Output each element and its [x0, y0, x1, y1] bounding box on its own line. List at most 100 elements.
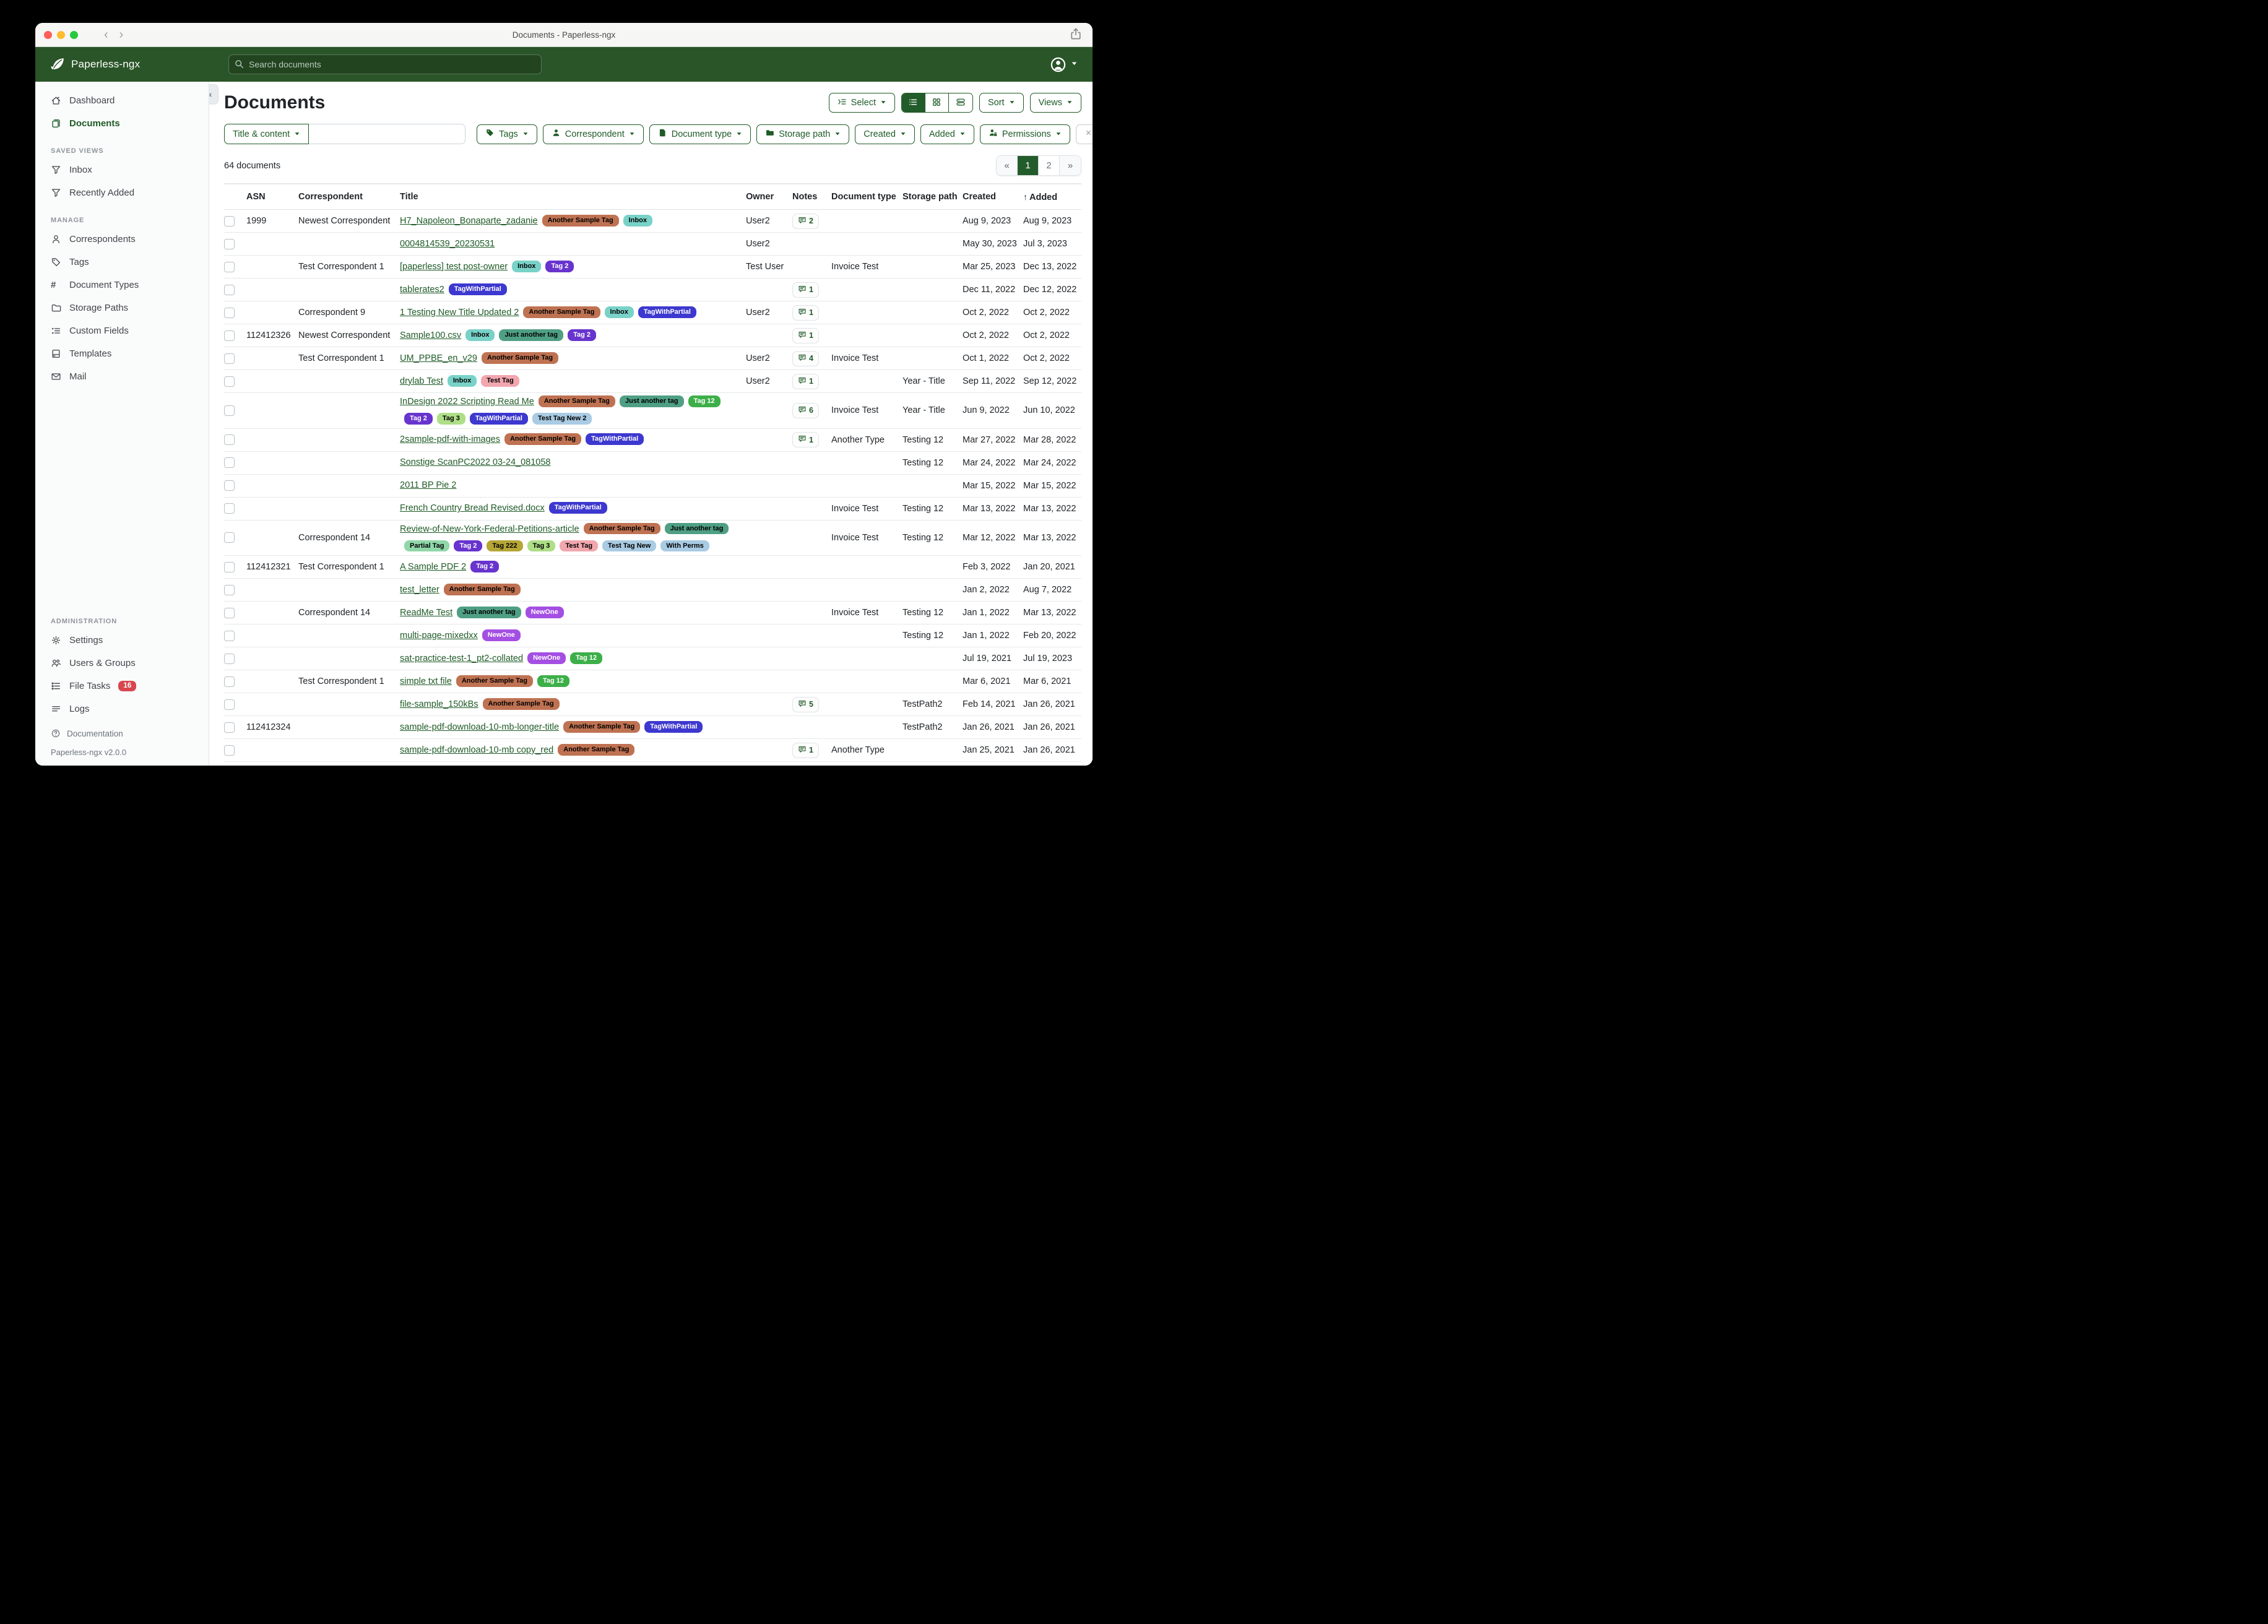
document-title-link[interactable]: 2011 BP Pie 2 [400, 480, 456, 490]
cell-correspondent[interactable]: Test Correspondent 1 [298, 562, 400, 572]
document-title-link[interactable]: 1 Testing New Title Updated 2 [400, 308, 519, 317]
close-window-button[interactable] [44, 31, 52, 39]
tag-pill[interactable]: TagWithPartial [470, 413, 528, 425]
row-checkbox[interactable] [224, 532, 235, 543]
tag-pill[interactable]: Test Tag New 2 [532, 413, 592, 425]
row-checkbox[interactable] [224, 405, 235, 416]
cell-correspondent[interactable]: Correspondent 9 [298, 308, 400, 317]
document-title-link[interactable]: Sample100.csv [400, 330, 461, 340]
tag-pill[interactable]: Another Sample Tag [523, 306, 600, 318]
sidebar-collapse-button[interactable]: « [209, 84, 219, 104]
notes-button[interactable]: 1 [792, 743, 819, 758]
row-checkbox[interactable] [224, 330, 235, 341]
tag-pill[interactable]: TagWithPartial [586, 433, 644, 445]
sidebar-item-mail[interactable]: Mail [35, 365, 209, 388]
tag-pill[interactable]: Another Sample Tag [558, 744, 634, 756]
tag-pill[interactable]: Tag 2 [568, 329, 596, 341]
column-header-added[interactable]: ↑Added [1023, 192, 1081, 202]
cell-correspondent[interactable]: Newest Correspondent [298, 330, 400, 340]
tag-pill[interactable]: Test Tag New [602, 540, 656, 552]
notes-button[interactable]: 5 [792, 697, 819, 712]
tag-pill[interactable]: Inbox [512, 261, 541, 272]
tag-pill[interactable]: Tag 3 [527, 540, 556, 552]
notes-button[interactable]: 2 [792, 214, 819, 229]
sidebar-item-file-tasks[interactable]: File Tasks16 [35, 675, 209, 698]
notes-button[interactable]: 4 [792, 351, 819, 366]
tag-pill[interactable]: NewOne [482, 629, 521, 641]
row-checkbox[interactable] [224, 676, 235, 687]
tag-pill[interactable]: NewOne [526, 607, 564, 618]
tag-pill[interactable]: TagWithPartial [549, 502, 607, 514]
share-icon[interactable] [1069, 27, 1083, 41]
document-title-link[interactable]: sample-pdf-download-10-mb copy_red [400, 745, 553, 755]
select-button[interactable]: Select [829, 93, 895, 113]
tag-pill[interactable]: Another Sample Tag [563, 721, 640, 733]
sidebar-item-documents[interactable]: Documents [35, 112, 209, 135]
sidebar-item-dashboard[interactable]: Dashboard [35, 89, 209, 112]
forward-icon[interactable]: › [119, 28, 124, 41]
column-header-asn[interactable]: ASN [246, 192, 298, 202]
row-checkbox[interactable] [224, 745, 235, 756]
tag-pill[interactable]: Tag 12 [537, 675, 569, 687]
column-header-storage-path[interactable]: Storage path [902, 192, 963, 202]
filter-document-type-button[interactable]: Document type [649, 124, 751, 144]
column-header-document-type[interactable]: Document type [831, 192, 902, 202]
filter-storage-path-button[interactable]: Storage path [756, 124, 849, 144]
document-title-link[interactable]: [paperless] test post-owner [400, 262, 508, 272]
row-checkbox[interactable] [224, 239, 235, 249]
tag-pill[interactable]: Tag 2 [470, 561, 499, 572]
row-checkbox[interactable] [224, 503, 235, 514]
tag-pill[interactable]: Tag 2 [404, 413, 433, 425]
document-title-link[interactable]: UM_PPBE_en_v29 [400, 353, 477, 363]
views-button[interactable]: Views [1030, 93, 1081, 113]
tag-pill[interactable]: Partial Tag [404, 540, 449, 552]
pagination-page-2[interactable]: 2 [1039, 156, 1060, 175]
column-header-created[interactable]: Created [963, 192, 1023, 202]
tag-pill[interactable]: Another Sample Tag [542, 215, 619, 227]
tag-pill[interactable]: Just another tag [457, 607, 521, 618]
notes-button[interactable]: 1 [792, 432, 819, 447]
app-brand[interactable]: Paperless-ngx [35, 57, 209, 72]
sidebar-item-recently-added[interactable]: Recently Added [35, 181, 209, 204]
cell-correspondent[interactable]: Correspondent 14 [298, 608, 400, 618]
tag-pill[interactable]: Tag 2 [545, 261, 574, 272]
document-title-link[interactable]: drylab Test [400, 376, 443, 386]
document-title-link[interactable]: 0004814539_20230531 [400, 239, 495, 249]
notes-button[interactable]: 1 [792, 328, 819, 343]
reset-filters-button[interactable]: Reset filters [1076, 124, 1093, 144]
notes-button[interactable]: 1 [792, 282, 819, 298]
tag-pill[interactable]: Inbox [448, 375, 477, 387]
row-checkbox[interactable] [224, 480, 235, 491]
column-header-owner[interactable]: Owner [746, 192, 792, 202]
tag-pill[interactable]: Test Tag [481, 375, 519, 387]
filter-correspondent-button[interactable]: Correspondent [543, 124, 644, 144]
sidebar-item-correspondents[interactable]: Correspondents [35, 228, 209, 251]
tag-pill[interactable]: NewOne [527, 652, 566, 664]
row-checkbox[interactable] [224, 562, 235, 572]
row-checkbox[interactable] [224, 353, 235, 364]
document-title-link[interactable]: simple txt file [400, 676, 452, 686]
sidebar-item-document-types[interactable]: #Document Types [35, 274, 209, 296]
sidebar-item-templates[interactable]: Templates [35, 342, 209, 365]
cell-correspondent[interactable]: Test Correspondent 1 [298, 262, 400, 272]
pagination-prev[interactable]: « [997, 156, 1018, 175]
tag-pill[interactable]: TagWithPartial [449, 283, 507, 295]
tag-pill[interactable]: Another Sample Tag [482, 352, 558, 364]
tag-pill[interactable]: Tag 12 [688, 395, 721, 407]
zoom-window-button[interactable] [70, 31, 78, 39]
column-header-notes[interactable]: Notes [792, 192, 831, 202]
tag-pill[interactable]: Just another tag [620, 395, 684, 407]
tag-pill[interactable]: Another Sample Tag [483, 698, 560, 710]
tag-pill[interactable]: TagWithPartial [644, 721, 703, 733]
sidebar-item-inbox[interactable]: Inbox [35, 158, 209, 181]
filter-tags-button[interactable]: Tags [477, 124, 537, 144]
column-header-title[interactable]: Title [400, 192, 746, 202]
row-checkbox[interactable] [224, 608, 235, 618]
sidebar-item-logs[interactable]: Logs [35, 698, 209, 720]
tag-pill[interactable]: Another Sample Tag [584, 523, 660, 535]
sidebar-item-settings[interactable]: Settings [35, 629, 209, 652]
cards-view-button[interactable] [949, 93, 972, 112]
cell-correspondent[interactable]: Test Correspondent 1 [298, 676, 400, 686]
tag-pill[interactable]: Another Sample Tag [504, 433, 581, 445]
row-checkbox[interactable] [224, 699, 235, 710]
